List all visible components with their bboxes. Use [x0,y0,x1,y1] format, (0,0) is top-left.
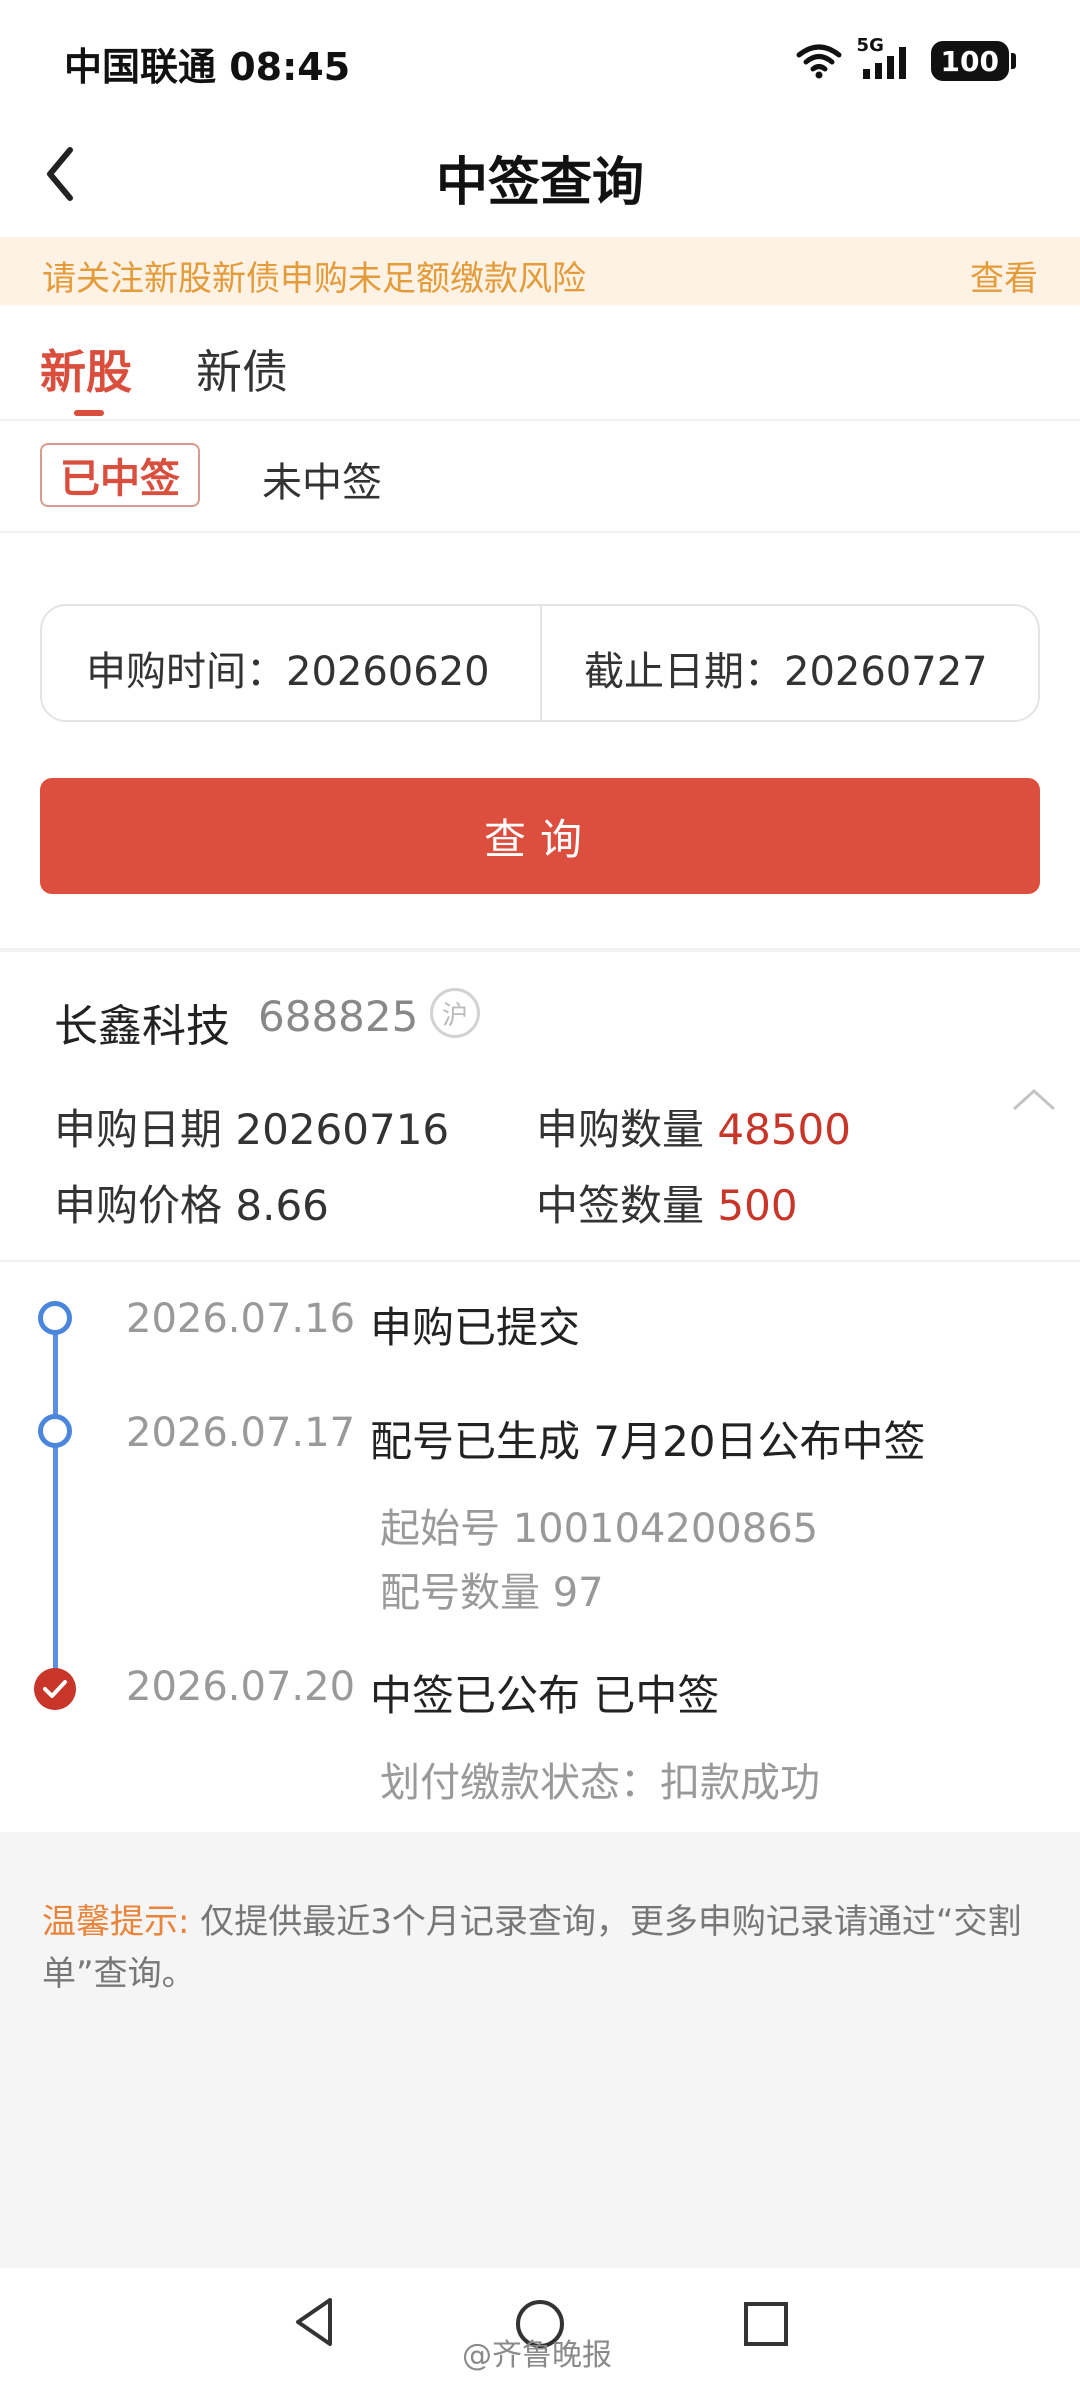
number-count: 配号数量 97 [380,1570,604,1616]
notice-view-link[interactable]: 查看 [970,251,1038,300]
check-circle-icon [34,1668,76,1710]
timeline-text: 中签已公布 已中签 [370,1671,720,1720]
win-qty-value: 500 [717,1181,798,1230]
apply-qty-label: 申购数量 [536,1105,705,1154]
page-title: 中签查询 [435,153,644,213]
apply-qty-value: 48500 [717,1105,851,1154]
divider [0,531,1080,533]
apply-qty-row: 申购数量 48500 [536,1096,851,1157]
watermark: @齐鲁晚报 [462,2338,612,2373]
filter-won[interactable]: 已中签 [40,443,200,507]
tip-text: 温馨提示: 仅提供最近3个月记录查询，更多申购记录请通过“交割单”查询。 [42,1896,1042,2000]
timeline-text: 申购已提交 [370,1303,581,1352]
filter-not-won[interactable]: 未中签 [262,450,382,508]
chevron-up-icon[interactable] [1010,1085,1058,1113]
start-date-field[interactable]: 申购时间：20260620 [86,639,490,697]
status-icons: 5G 100 [795,35,1016,84]
date-range-box: 申购时间：20260620 截止日期：20260727 [40,604,1040,722]
notice-banner[interactable]: 请关注新股新债申购未足额缴款风险 查看 [0,237,1080,305]
timeline-line [53,1318,58,1686]
tip-label: 温馨提示: [42,1902,190,1942]
carrier-time: 中国联通 08:45 [64,45,351,89]
battery-icon: 100 [930,41,1009,81]
exchange-badge: 沪 [430,988,480,1038]
timeline-text: 配号已生成 7月20日公布中签 [370,1417,926,1466]
apply-date-label: 申购日期 [54,1105,223,1154]
battery-tip [1011,53,1016,69]
notice-text: 请关注新股新债申购未足额缴款风险 [42,259,586,299]
status-bar: 中国联通 08:45 5G 100 [0,0,1080,120]
apply-date-row: 申购日期 20260716 [54,1096,449,1157]
end-date-field[interactable]: 截止日期：20260727 [584,639,988,697]
timeline-dot [38,1414,72,1448]
price-value: 8.66 [235,1181,329,1230]
divider [0,419,1080,421]
tab-new-bond[interactable]: 新债 [196,336,288,402]
tip-content: 仅提供最近3个月记录查询，更多申购记录请通过“交割单”查询。 [42,1902,1022,1994]
query-button[interactable]: 查询 [40,778,1040,894]
nav-back-icon[interactable] [290,2294,338,2350]
apply-date-value: 20260716 [235,1105,450,1154]
win-qty-row: 中签数量 500 [536,1172,798,1233]
timeline-date: 2026.07.16 [126,1296,356,1342]
divider [0,1260,1080,1262]
tab-new-stock[interactable]: 新股 [40,336,132,402]
tab-active-indicator [74,410,104,416]
timeline-date: 2026.07.20 [126,1664,356,1710]
wifi-icon [796,44,842,79]
timeline-dot [38,1301,72,1335]
stock-name: 长鑫科技 [54,1001,230,1052]
payment-status: 划付缴款状态：扣款成功 [380,1760,820,1806]
nav-recent-icon[interactable] [742,2300,790,2348]
price-row: 申购价格 8.66 [54,1172,329,1233]
signal-icon: 5G [857,35,917,81]
win-qty-label: 中签数量 [536,1181,705,1230]
timeline-date: 2026.07.17 [126,1410,356,1456]
stock-code: 688825 [258,992,419,1041]
date-separator [540,606,542,720]
price-label: 申购价格 [54,1181,223,1230]
section-divider [0,948,1080,952]
start-number: 起始号 100104200865 [380,1506,819,1552]
